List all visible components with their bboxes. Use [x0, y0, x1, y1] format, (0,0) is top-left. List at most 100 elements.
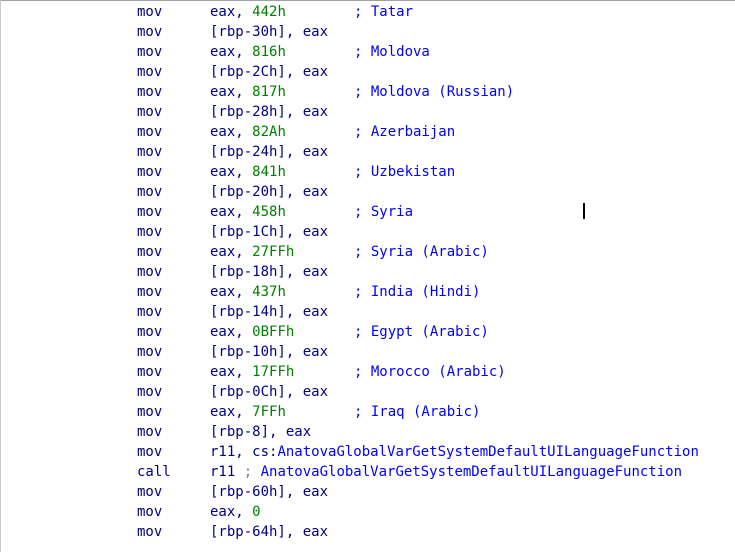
- operand-text[interactable]: [rbp-10h], eax: [210, 344, 328, 360]
- instruction-operands[interactable]: [rbp-1Ch], eax: [210, 222, 328, 242]
- symbol-reference[interactable]: AnatovaGlobalVarGetSystemDefaultUILangua…: [252, 464, 682, 480]
- disassembly-line[interactable]: mov eax, 17FFh ; Morocco (Arabic): [0, 362, 735, 382]
- immediate-value[interactable]: 82Ah: [252, 124, 286, 140]
- disassembly-line[interactable]: mov [rbp-64h], eax: [0, 522, 735, 542]
- instruction-operands[interactable]: r11 ; AnatovaGlobalVarGetSystemDefaultUI…: [210, 462, 682, 482]
- operand-text[interactable]: eax,: [210, 504, 252, 520]
- instruction-mnemonic[interactable]: mov: [137, 222, 162, 242]
- operand-text[interactable]: eax,: [210, 84, 252, 100]
- instruction-operands[interactable]: [rbp-10h], eax: [210, 342, 328, 362]
- disassembly-line[interactable]: mov eax, 0: [0, 502, 735, 522]
- operand-text[interactable]: eax,: [210, 404, 252, 420]
- instruction-mnemonic[interactable]: mov: [137, 502, 162, 522]
- operand-text[interactable]: [rbp-60h], eax: [210, 484, 328, 500]
- disassembly-line[interactable]: mov [rbp-28h], eax: [0, 102, 735, 122]
- operand-text[interactable]: [rbp-64h], eax: [210, 524, 328, 540]
- operand-text[interactable]: [rbp-28h], eax: [210, 104, 328, 120]
- instruction-operands[interactable]: [rbp-0Ch], eax: [210, 382, 328, 402]
- instruction-mnemonic[interactable]: mov: [137, 382, 162, 402]
- instruction-mnemonic[interactable]: mov: [137, 122, 162, 142]
- disassembly-line[interactable]: mov eax, 82Ah ; Azerbaijan: [0, 122, 735, 142]
- disassembly-line[interactable]: mov eax, 437h ; India (Hindi): [0, 282, 735, 302]
- disassembly-line[interactable]: mov [rbp-14h], eax: [0, 302, 735, 322]
- operand-text[interactable]: eax,: [210, 124, 252, 140]
- instruction-mnemonic[interactable]: mov: [137, 262, 162, 282]
- operand-text[interactable]: [rbp-0Ch], eax: [210, 384, 328, 400]
- disassembly-line[interactable]: mov eax, 458h ; Syria: [0, 202, 735, 222]
- immediate-value[interactable]: 27FFh: [252, 244, 294, 260]
- instruction-mnemonic[interactable]: mov: [137, 402, 162, 422]
- operand-text[interactable]: eax,: [210, 244, 252, 260]
- instruction-mnemonic[interactable]: mov: [137, 442, 162, 462]
- instruction-operands[interactable]: [rbp-2Ch], eax: [210, 62, 328, 82]
- immediate-value[interactable]: 0BFFh: [252, 324, 294, 340]
- operand-text[interactable]: eax,: [210, 4, 252, 20]
- disassembly-line[interactable]: mov eax, 7FFh ; Iraq (Arabic): [0, 402, 735, 422]
- disassembly-line[interactable]: mov eax, 816h ; Moldova: [0, 42, 735, 62]
- disassembly-line[interactable]: mov [rbp-24h], eax: [0, 142, 735, 162]
- immediate-value[interactable]: 816h: [252, 44, 286, 60]
- instruction-mnemonic[interactable]: call: [137, 462, 171, 482]
- immediate-value[interactable]: 841h: [252, 164, 286, 180]
- disassembly-line[interactable]: mov [rbp-2Ch], eax: [0, 62, 735, 82]
- operand-text[interactable]: eax,: [210, 284, 252, 300]
- disassembly-line[interactable]: mov r11, cs:AnatovaGlobalVarGetSystemDefa…: [0, 442, 735, 462]
- instruction-mnemonic[interactable]: mov: [137, 242, 162, 262]
- immediate-value[interactable]: 7FFh: [252, 404, 286, 420]
- instruction-mnemonic[interactable]: mov: [137, 342, 162, 362]
- instruction-operands[interactable]: [rbp-18h], eax: [210, 262, 328, 282]
- disassembly-line[interactable]: mov eax, 27FFh ; Syria (Arabic): [0, 242, 735, 262]
- instruction-mnemonic[interactable]: mov: [137, 482, 162, 502]
- disassembly-line[interactable]: mov [rbp-30h], eax: [0, 22, 735, 42]
- operand-text[interactable]: [rbp-24h], eax: [210, 144, 328, 160]
- immediate-value[interactable]: 817h: [252, 84, 286, 100]
- instruction-operands[interactable]: [rbp-28h], eax: [210, 102, 328, 122]
- disassembly-line[interactable]: mov eax, 817h ; Moldova (Russian): [0, 82, 735, 102]
- operand-text[interactable]: eax,: [210, 44, 252, 60]
- instruction-operands[interactable]: eax, 841h: [210, 162, 286, 182]
- instruction-mnemonic[interactable]: mov: [137, 82, 162, 102]
- disassembly-line[interactable]: mov [rbp-0Ch], eax: [0, 382, 735, 402]
- operand-text[interactable]: [rbp-14h], eax: [210, 304, 328, 320]
- instruction-operands[interactable]: eax, 817h: [210, 82, 286, 102]
- disassembly-line[interactable]: mov [rbp-10h], eax: [0, 342, 735, 362]
- instruction-mnemonic[interactable]: mov: [137, 142, 162, 162]
- immediate-value[interactable]: 458h: [252, 204, 286, 220]
- instruction-mnemonic[interactable]: mov: [137, 182, 162, 202]
- disassembly-line[interactable]: mov [rbp-1Ch], eax: [0, 222, 735, 242]
- instruction-mnemonic[interactable]: mov: [137, 282, 162, 302]
- operand-text[interactable]: eax,: [210, 364, 252, 380]
- operand-text[interactable]: r11, cs:: [210, 444, 277, 460]
- instruction-operands[interactable]: eax, 442h: [210, 2, 286, 22]
- operand-text[interactable]: eax,: [210, 324, 252, 340]
- instruction-mnemonic[interactable]: mov: [137, 362, 162, 382]
- instruction-operands[interactable]: eax, 82Ah: [210, 122, 286, 142]
- instruction-mnemonic[interactable]: mov: [137, 102, 162, 122]
- instruction-operands[interactable]: eax, 0BFFh: [210, 322, 294, 342]
- disassembly-listing[interactable]: mov eax, 442h ; Tatar mov [rbp-30h], eax mov e…: [0, 2, 735, 542]
- operand-text[interactable]: r11: [210, 464, 244, 480]
- disassembly-line[interactable]: mov eax, 0BFFh ; Egypt (Arabic): [0, 322, 735, 342]
- instruction-operands[interactable]: [rbp-14h], eax: [210, 302, 328, 322]
- instruction-mnemonic[interactable]: mov: [137, 22, 162, 42]
- disassembly-line[interactable]: mov [rbp-8], eax: [0, 422, 735, 442]
- instruction-operands[interactable]: eax, 437h: [210, 282, 286, 302]
- disassembly-line[interactable]: mov eax, 841h ; Uzbekistan: [0, 162, 735, 182]
- operand-text[interactable]: [rbp-20h], eax: [210, 184, 328, 200]
- operand-text[interactable]: [rbp-18h], eax: [210, 264, 328, 280]
- instruction-mnemonic[interactable]: mov: [137, 422, 162, 442]
- instruction-operands[interactable]: eax, 458h: [210, 202, 286, 222]
- instruction-operands[interactable]: eax, 27FFh: [210, 242, 294, 262]
- disassembly-line[interactable]: mov [rbp-60h], eax: [0, 482, 735, 502]
- symbol-reference[interactable]: AnatovaGlobalVarGetSystemDefaultUILangua…: [277, 444, 698, 460]
- operand-text[interactable]: [rbp-8], eax: [210, 424, 311, 440]
- instruction-mnemonic[interactable]: mov: [137, 202, 162, 222]
- instruction-operands[interactable]: [rbp-60h], eax: [210, 482, 328, 502]
- immediate-value[interactable]: 437h: [252, 284, 286, 300]
- operand-text[interactable]: eax,: [210, 204, 252, 220]
- instruction-operands[interactable]: eax, 7FFh: [210, 402, 286, 422]
- instruction-operands[interactable]: [rbp-8], eax: [210, 422, 311, 442]
- instruction-operands[interactable]: eax, 816h: [210, 42, 286, 62]
- operand-text[interactable]: eax,: [210, 164, 252, 180]
- instruction-mnemonic[interactable]: mov: [137, 522, 162, 542]
